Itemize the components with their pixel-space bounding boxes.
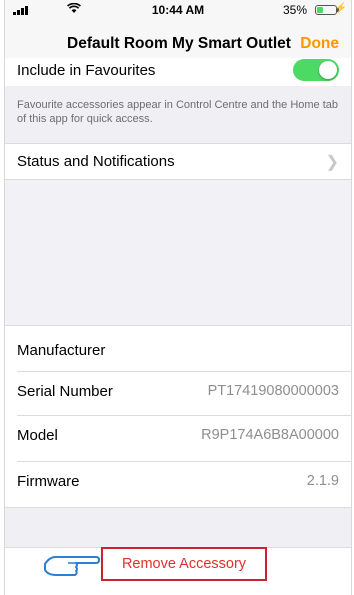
info-section: Manufacturer Serial Number PT17419080000… — [5, 325, 351, 508]
done-button[interactable]: Done — [300, 35, 339, 53]
status-notifications-row[interactable]: Status and Notifications ❯ — [5, 143, 351, 180]
firmware-value: 2.1.9 — [306, 473, 339, 489]
toggle-knob — [319, 61, 337, 79]
battery-percent: 35% — [282, 3, 307, 17]
serial-number-value: PT17419080000003 — [207, 383, 339, 399]
firmware-label: Firmware — [17, 473, 80, 490]
serial-number-label: Serial Number — [17, 383, 113, 400]
model-value: R9P174A6B8A00000 — [201, 427, 339, 443]
empty-section — [5, 180, 351, 325]
model-label: Model — [17, 427, 58, 444]
favourites-toggle[interactable] — [293, 59, 339, 81]
status-notifications-label: Status and Notifications — [17, 153, 175, 170]
charging-bolt-icon: ⚡ — [334, 3, 347, 14]
navigation-bar: Default Room My Smart Outlet Done — [5, 20, 351, 58]
favourites-row[interactable]: Include in Favourites — [5, 58, 351, 86]
divider — [17, 371, 351, 372]
nav-title: Default Room My Smart Outlet — [67, 35, 291, 52]
divider — [17, 461, 351, 462]
phone-screen: 10:44 AM 35% ⚡ Default Room My Smart Out… — [4, 0, 352, 595]
divider — [17, 415, 351, 416]
pointing-hand-icon — [44, 555, 100, 576]
battery-fill — [317, 7, 323, 13]
manufacturer-label: Manufacturer — [17, 342, 106, 359]
chevron-right-icon: ❯ — [325, 154, 339, 171]
favourites-footnote: Favourite accessories appear in Control … — [17, 99, 339, 125]
status-bar: 10:44 AM 35% ⚡ — [5, 0, 351, 20]
favourites-label: Include in Favourites — [17, 62, 156, 79]
remove-accessory-button[interactable]: Remove Accessory — [101, 547, 267, 581]
